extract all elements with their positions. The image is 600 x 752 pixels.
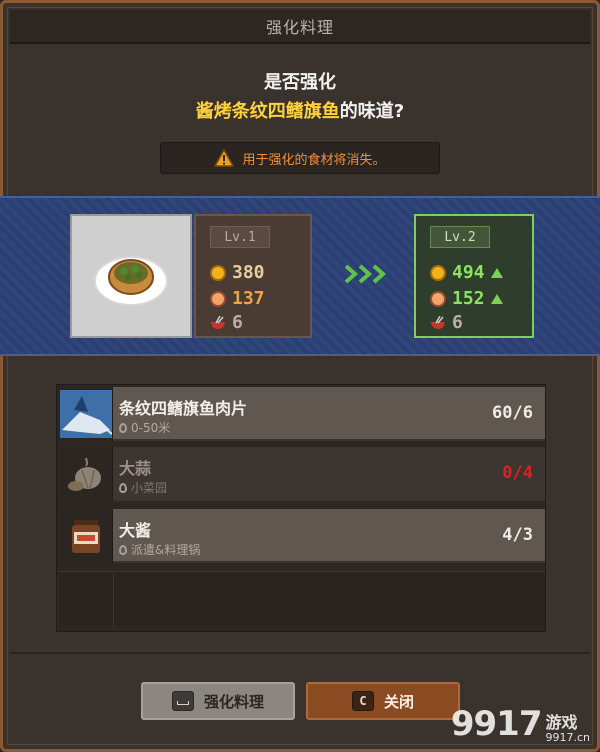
current-stats-box: Lv.1 380 137 6: [194, 214, 312, 338]
bowl-icon: [211, 315, 225, 329]
coin-icon: [210, 264, 226, 281]
face-icon: [210, 290, 226, 307]
location-pin-icon: [119, 422, 127, 433]
ingredient-name: 条纹四鳍旗鱼肉片: [119, 399, 248, 418]
dialog-title-bar: 强化料理: [10, 10, 590, 44]
dish-plate-icon: [94, 256, 168, 306]
upgrade-dish-button[interactable]: 强化料理: [141, 682, 295, 720]
ingredient-row[interactable]: 大蒜 小菜园 0/4: [59, 447, 545, 501]
ingredient-count: 60/6: [492, 403, 533, 423]
upgrade-arrows: [344, 264, 386, 284]
space-key-icon: [171, 691, 194, 711]
next-portions: 6: [452, 312, 463, 333]
upgrade-dish-label: 强化料理: [203, 692, 264, 711]
question-line-2: 酱烤条纹四鳍旗鱼的味道?: [0, 97, 600, 123]
warning-banner: 用于强化的食材将消失。: [160, 142, 440, 174]
coin-icon: [430, 264, 446, 281]
ingredient-count: 4/3: [502, 525, 533, 545]
watermark-text: 游戏: [545, 713, 578, 732]
ingredient-location: 派遣&料理锅: [119, 541, 200, 558]
ingredient-row[interactable]: 大酱 派遣&料理锅 4/3: [59, 509, 545, 563]
next-appeal: 152: [452, 288, 485, 309]
dish-name: 酱烤条纹四鳍旗鱼: [195, 101, 340, 122]
ingredient-name: 大酱: [119, 521, 152, 540]
current-portions-row: 6: [210, 312, 243, 333]
next-price: 494: [452, 262, 485, 283]
ingredient-location: 0-50米: [119, 419, 170, 436]
warning-text: 用于强化的食材将消失。: [242, 152, 386, 168]
increase-arrow-icon: [490, 293, 503, 304]
ingredient-location: 小菜园: [119, 479, 167, 496]
question-suffix: 的味道?: [339, 101, 405, 122]
ingredient-location-text: 派遣&料理锅: [131, 543, 201, 557]
dialog-title: 强化料理: [265, 18, 334, 37]
ingredient-row[interactable]: 条纹四鳍旗鱼肉片 0-50米 60/6: [59, 387, 545, 441]
bowl-icon: [431, 315, 445, 329]
ingredient-location-text: 小菜园: [131, 481, 168, 495]
next-appeal-row: 152: [430, 288, 503, 309]
ingredient-location-text: 0-50米: [131, 421, 171, 435]
empty-ingredient-slot: [59, 571, 545, 628]
current-appeal-row: 137: [210, 288, 265, 309]
site-watermark: 9917 游戏 9917.cn: [451, 704, 590, 744]
increase-arrow-icon: [490, 267, 503, 278]
face-icon: [430, 290, 446, 307]
watermark-domain: 9917.cn: [545, 731, 590, 744]
marlin-fillet-icon: [59, 387, 113, 441]
current-price: 380: [232, 262, 265, 283]
ingredient-name: 大蒜: [119, 459, 152, 478]
chevron-right-icon: [372, 264, 386, 284]
next-portions-row: 6: [430, 312, 463, 333]
dish-image: [70, 214, 192, 338]
footer-divider: [10, 652, 590, 654]
current-level-badge: Lv.1: [210, 226, 270, 248]
next-price-row: 494: [430, 262, 503, 283]
location-pin-icon: [119, 482, 127, 493]
ingredient-count: 0/4: [502, 463, 533, 483]
soybean-paste-jar-icon: [59, 509, 113, 563]
c-key-icon: C: [351, 691, 374, 711]
chevron-right-icon: [358, 264, 372, 284]
close-button[interactable]: C 关闭: [306, 682, 460, 720]
chevron-right-icon: [344, 264, 358, 284]
next-level-badge: Lv.2: [430, 226, 490, 248]
garlic-icon: [59, 447, 113, 501]
current-portions: 6: [232, 312, 243, 333]
current-price-row: 380: [210, 262, 265, 283]
warning-icon: [214, 149, 235, 167]
current-appeal: 137: [232, 288, 265, 309]
question-line-1: 是否强化: [264, 72, 336, 93]
ingredient-list: 条纹四鳍旗鱼肉片 0-50米 60/6 大蒜 小菜园 0/4 大酱 派遣&料理锅…: [56, 384, 546, 632]
watermark-number: 9917: [450, 704, 543, 744]
next-stats-box: Lv.2 494 152 6: [414, 214, 534, 338]
location-pin-icon: [119, 544, 127, 555]
close-label: 关闭: [383, 692, 414, 711]
